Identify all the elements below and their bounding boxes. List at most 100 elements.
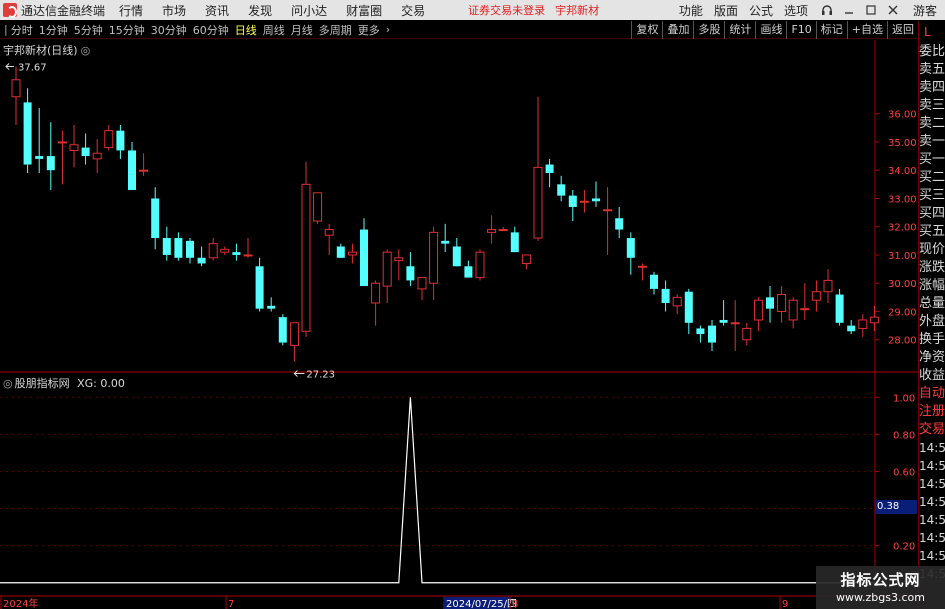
candle-body[interactable] bbox=[521, 254, 531, 264]
candle-body[interactable] bbox=[139, 169, 149, 172]
sub-pane-menu-icon[interactable]: ◎ bbox=[3, 377, 13, 390]
candle-body[interactable] bbox=[382, 251, 392, 287]
candle-body[interactable] bbox=[81, 147, 90, 157]
quote-row: 收益 bbox=[919, 368, 945, 383]
quote-row: 净资 bbox=[919, 350, 945, 365]
candle-body[interactable] bbox=[788, 299, 798, 321]
candle-body[interactable] bbox=[301, 183, 311, 332]
quote-row: 14:56 bbox=[919, 531, 945, 545]
candle-body[interactable] bbox=[417, 277, 427, 290]
candle-body[interactable] bbox=[347, 251, 357, 256]
candle-body[interactable] bbox=[777, 294, 787, 312]
candle-body[interactable] bbox=[557, 184, 566, 196]
candle-body[interactable] bbox=[650, 274, 658, 289]
candle-body[interactable] bbox=[592, 198, 600, 202]
candle-body[interactable] bbox=[498, 229, 508, 232]
candle-body[interactable] bbox=[104, 130, 114, 149]
candle-body[interactable] bbox=[568, 195, 577, 207]
x-axis-label: 2024/07/25/四 bbox=[446, 599, 517, 609]
quote-row: 买一 bbox=[919, 152, 945, 167]
candle-body[interactable] bbox=[800, 308, 810, 311]
quote-row: 卖三 bbox=[919, 98, 945, 113]
quote-row: 卖一 bbox=[919, 134, 945, 149]
candle-body[interactable] bbox=[394, 257, 404, 262]
candle-body[interactable] bbox=[766, 297, 774, 309]
candle-body[interactable] bbox=[684, 291, 693, 323]
candle-body[interactable] bbox=[811, 291, 821, 301]
candle-body[interactable] bbox=[336, 246, 345, 258]
sub-pane-title-wrap: ◎ 股朋指标网 XG: 0.00 bbox=[3, 375, 125, 391]
candle-body[interactable] bbox=[753, 299, 763, 321]
y-tick-label: 36.00 bbox=[888, 110, 917, 121]
candle-body[interactable] bbox=[162, 238, 171, 255]
candle-body[interactable] bbox=[823, 279, 833, 293]
candle-body[interactable] bbox=[57, 141, 67, 144]
candle-body[interactable] bbox=[487, 229, 497, 233]
candle-body[interactable] bbox=[243, 254, 253, 257]
candle-body[interactable] bbox=[151, 198, 160, 239]
quote-row: 交易 bbox=[919, 422, 945, 437]
candle-body[interactable] bbox=[452, 246, 461, 267]
y-tick-label: 33.00 bbox=[888, 194, 917, 205]
candle-body[interactable] bbox=[696, 328, 705, 335]
candle-body[interactable] bbox=[313, 192, 323, 222]
candle-body[interactable] bbox=[174, 238, 183, 258]
candle-body[interactable] bbox=[11, 79, 21, 98]
candle-body[interactable] bbox=[475, 251, 485, 279]
candle-body[interactable] bbox=[742, 327, 752, 341]
candle-body[interactable] bbox=[92, 152, 102, 160]
candle-body[interactable] bbox=[441, 240, 450, 244]
candle-body[interactable] bbox=[464, 266, 473, 278]
candle-body[interactable] bbox=[35, 156, 44, 159]
y-tick-label: 34.00 bbox=[888, 166, 917, 177]
candle-body[interactable] bbox=[545, 164, 554, 174]
watermark-title: 指标公式网 bbox=[840, 571, 921, 589]
quote-row: 14:56 bbox=[919, 549, 945, 563]
candle-body[interactable] bbox=[360, 229, 368, 287]
candle-body[interactable] bbox=[579, 200, 589, 203]
quote-row: 买二 bbox=[919, 170, 945, 185]
pane-menu-icon[interactable]: ◎ bbox=[81, 44, 91, 57]
quote-panel-corner[interactable]: L bbox=[919, 21, 945, 43]
candle-body[interactable] bbox=[637, 265, 647, 268]
candle-body[interactable] bbox=[869, 316, 879, 324]
candle-body[interactable] bbox=[672, 296, 682, 307]
candle-body[interactable] bbox=[267, 305, 276, 309]
quote-row: 买三 bbox=[919, 188, 945, 203]
quote-panel: L 委比 卖五 卖四 卖三 卖二 卖一 买一 买二 买三 买四 买五 现价 涨跌 涨幅 总量 外盘 换手 净资 收益… bbox=[918, 21, 945, 609]
candle-body[interactable] bbox=[255, 266, 264, 309]
candle-body[interactable] bbox=[289, 322, 299, 346]
candle-body[interactable] bbox=[858, 319, 868, 329]
candle-body[interactable] bbox=[69, 144, 79, 151]
candle-body[interactable] bbox=[128, 150, 136, 190]
candle-body[interactable] bbox=[510, 232, 519, 253]
candle-body[interactable] bbox=[661, 288, 670, 304]
candle-body[interactable] bbox=[371, 282, 381, 304]
quote-row: 卖五 bbox=[919, 62, 945, 77]
quote-row: 14:56 bbox=[919, 459, 945, 473]
candle-body[interactable] bbox=[847, 325, 856, 332]
candle-body[interactable] bbox=[208, 243, 218, 259]
candle-body[interactable] bbox=[708, 325, 716, 343]
candle-body[interactable] bbox=[186, 240, 194, 258]
candle-body[interactable] bbox=[835, 294, 844, 323]
candle-body[interactable] bbox=[324, 229, 334, 236]
candle-body[interactable] bbox=[533, 166, 543, 239]
candle-body[interactable] bbox=[23, 102, 32, 165]
candle-body[interactable] bbox=[46, 156, 55, 171]
quote-row: 14:56 bbox=[919, 513, 945, 527]
candle-body[interactable] bbox=[406, 266, 415, 281]
candle-body[interactable] bbox=[615, 218, 624, 230]
candle-body[interactable] bbox=[278, 317, 287, 343]
candle-body[interactable] bbox=[626, 238, 635, 258]
kline-chart[interactable]: 28.00 29.00 30.00 31.00 32.00 33.00 34.00 35.00… bbox=[0, 0, 945, 609]
candle-body[interactable] bbox=[719, 319, 728, 323]
candle-body[interactable] bbox=[220, 248, 230, 253]
candle-body[interactable] bbox=[603, 209, 613, 212]
candle-body[interactable] bbox=[197, 257, 206, 264]
candle-body[interactable] bbox=[232, 252, 241, 255]
x-axis-label: 9 bbox=[782, 599, 788, 609]
candle-body[interactable] bbox=[116, 130, 125, 151]
candle-body[interactable] bbox=[730, 322, 740, 325]
candle-body[interactable] bbox=[429, 231, 439, 284]
